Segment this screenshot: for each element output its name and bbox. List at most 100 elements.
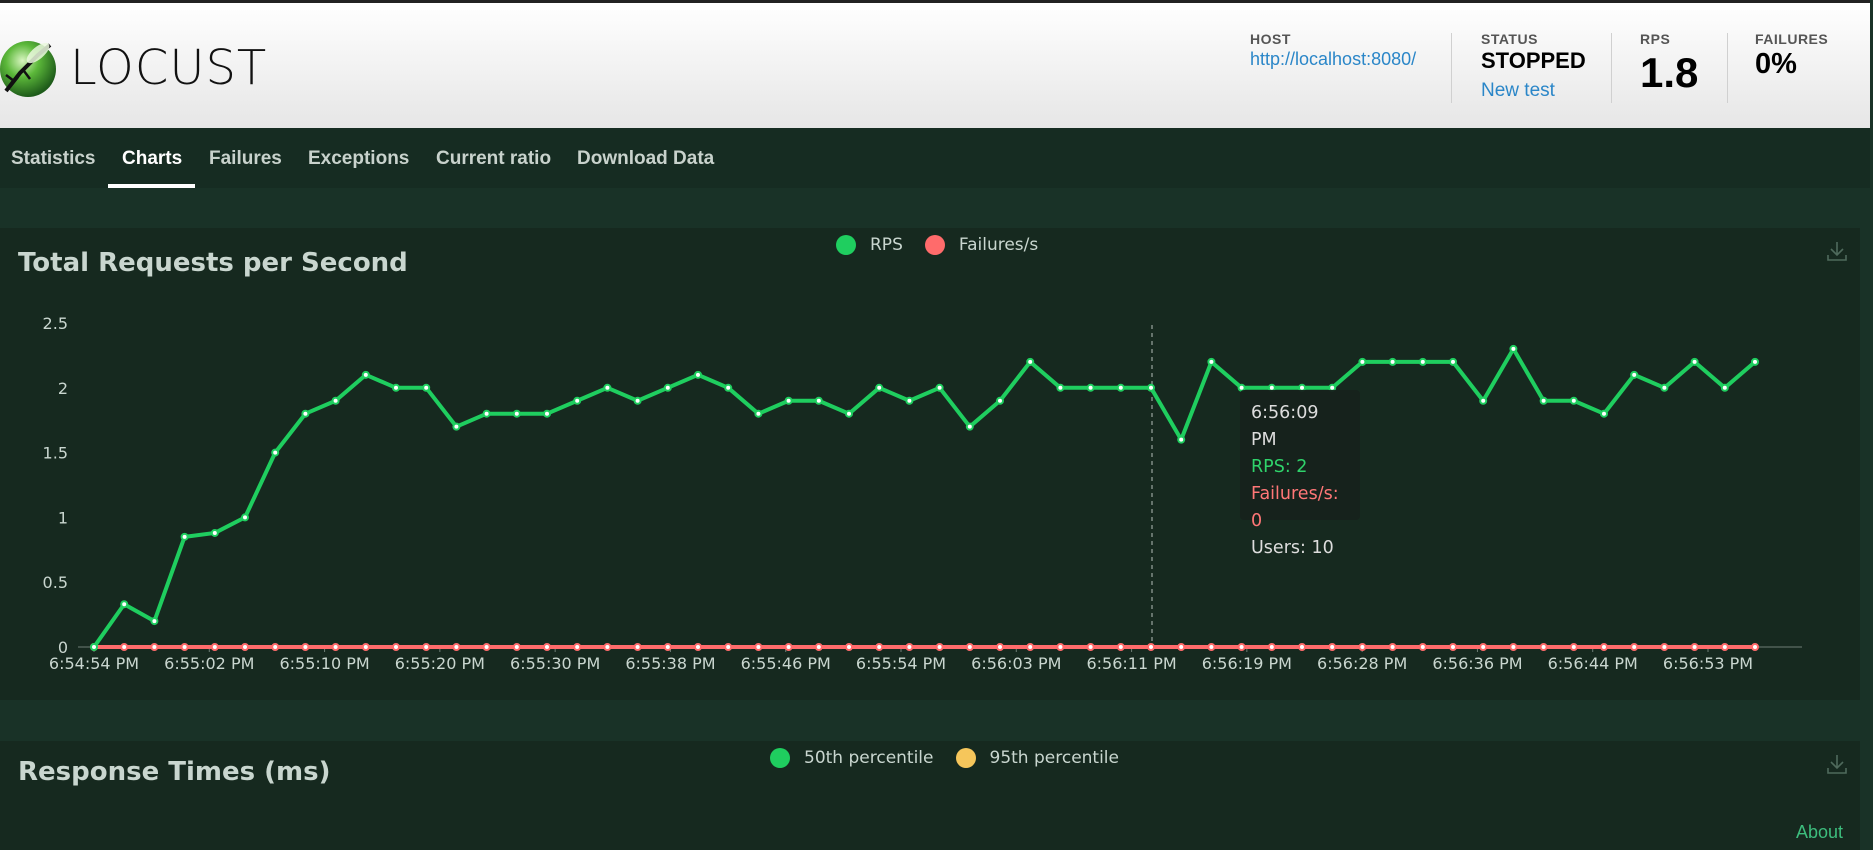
rps-data-point[interactable] [1509,344,1518,353]
rps-data-point[interactable] [1177,435,1186,444]
rps-data-point[interactable] [120,600,129,609]
new-test-link[interactable]: New test [1481,80,1586,102]
rps-data-point[interactable] [1207,357,1216,366]
rps-data-point[interactable] [1418,357,1427,366]
download-icon[interactable] [1826,753,1848,775]
rps-data-point[interactable] [1569,396,1578,405]
rps-data-point[interactable] [1056,383,1065,392]
failures-data-point[interactable] [1600,643,1608,651]
failures-data-point[interactable] [241,643,249,651]
failures-data-point[interactable] [1177,643,1186,651]
tab-statistics[interactable]: Statistics [11,148,95,170]
failures-data-point[interactable] [180,643,189,651]
failures-data-point[interactable] [1328,643,1337,651]
rps-data-point[interactable] [482,409,491,418]
failures-data-point[interactable] [1086,643,1095,651]
host-link[interactable]: http://localhost:8080/ [1250,49,1416,70]
rps-data-point[interactable] [1600,409,1608,418]
rps-data-point[interactable] [603,383,612,392]
failures-data-point[interactable] [1479,643,1488,651]
rps-data-point[interactable] [392,383,400,392]
rps-data-point[interactable] [150,617,159,626]
failures-data-point[interactable] [784,643,793,651]
rps-data-point[interactable] [301,409,310,418]
rps-data-point[interactable] [1086,383,1095,392]
rps-data-point[interactable] [1388,357,1397,366]
failures-data-point[interactable] [754,643,763,651]
failures-data-point[interactable] [1207,643,1216,651]
failures-data-point[interactable] [150,643,159,651]
failures-data-point[interactable] [361,643,370,651]
failures-data-point[interactable] [1056,643,1065,651]
failures-data-point[interactable] [452,643,461,651]
rps-data-point[interactable] [573,396,582,405]
rps-data-point[interactable] [512,409,521,418]
rps-data-point[interactable] [663,383,672,392]
failures-data-point[interactable] [875,643,884,651]
failures-data-point[interactable] [1630,643,1639,651]
failures-data-point[interactable] [1026,643,1035,651]
rps-data-point[interactable] [271,448,280,457]
about-link[interactable]: About [1796,822,1843,843]
rps-data-point[interactable] [694,370,702,379]
rps-data-point[interactable] [814,396,823,405]
failures-data-point[interactable] [1569,643,1578,651]
failures-data-point[interactable] [1237,643,1246,651]
failures-data-point[interactable] [1660,643,1669,651]
failures-data-point[interactable] [1147,643,1155,651]
failures-data-point[interactable] [724,643,733,651]
failures-data-point[interactable] [1690,643,1699,651]
rps-data-point[interactable] [996,396,1004,405]
failures-data-point[interactable] [694,643,702,651]
failures-data-point[interactable] [1539,643,1548,651]
failures-data-point[interactable] [1116,643,1125,651]
failures-data-point[interactable] [1509,643,1518,651]
rps-data-point[interactable] [1720,383,1729,392]
rps-data-point[interactable] [422,383,431,392]
tab-charts[interactable]: Charts [122,148,182,170]
rps-data-point[interactable] [754,409,763,418]
rps-data-point[interactable] [331,396,340,405]
tab-exceptions[interactable]: Exceptions [308,148,409,170]
rps-data-point[interactable] [1026,357,1035,366]
failures-data-point[interactable] [1418,643,1427,651]
failures-data-point[interactable] [120,643,129,651]
legend-item-p95[interactable]: 95th percentile [955,748,1119,768]
rps-data-point[interactable] [1630,370,1639,379]
failures-data-point[interactable] [1267,643,1276,651]
failures-data-point[interactable] [905,643,914,651]
rps-data-point[interactable] [90,643,98,651]
failures-data-point[interactable] [814,643,823,651]
rps-data-point[interactable] [1751,357,1759,366]
failures-data-point[interactable] [512,643,521,651]
rps-data-point[interactable] [935,383,944,392]
failures-data-point[interactable] [573,643,582,651]
failures-data-point[interactable] [996,643,1004,651]
rps-data-point[interactable] [1479,396,1488,405]
legend-item-p50[interactable]: 50th percentile [770,748,934,768]
rps-data-point[interactable] [1358,357,1367,366]
tab-download-data[interactable]: Download Data [577,148,714,170]
rps-data-point[interactable] [361,370,370,379]
rps-data-point[interactable] [180,532,189,541]
failures-data-point[interactable] [543,643,551,651]
tab-failures[interactable]: Failures [209,148,282,170]
rps-data-point[interactable] [543,409,551,418]
failures-data-point[interactable] [271,643,280,651]
failures-data-point[interactable] [1449,643,1457,651]
failures-data-point[interactable] [663,643,672,651]
failures-data-point[interactable] [392,643,400,651]
failures-data-point[interactable] [422,643,431,651]
failures-data-point[interactable] [1298,643,1306,651]
rps-data-point[interactable] [845,409,853,418]
rps-data-point[interactable] [633,396,642,405]
rps-data-point[interactable] [241,513,249,522]
rps-data-point[interactable] [1147,383,1155,392]
rps-data-point[interactable] [905,396,914,405]
rps-data-point[interactable] [1116,383,1125,392]
failures-data-point[interactable] [301,643,310,651]
failures-data-point[interactable] [1720,643,1729,651]
failures-data-point[interactable] [1751,643,1759,651]
rps-data-point[interactable] [1660,383,1669,392]
rps-data-point[interactable] [210,528,219,537]
